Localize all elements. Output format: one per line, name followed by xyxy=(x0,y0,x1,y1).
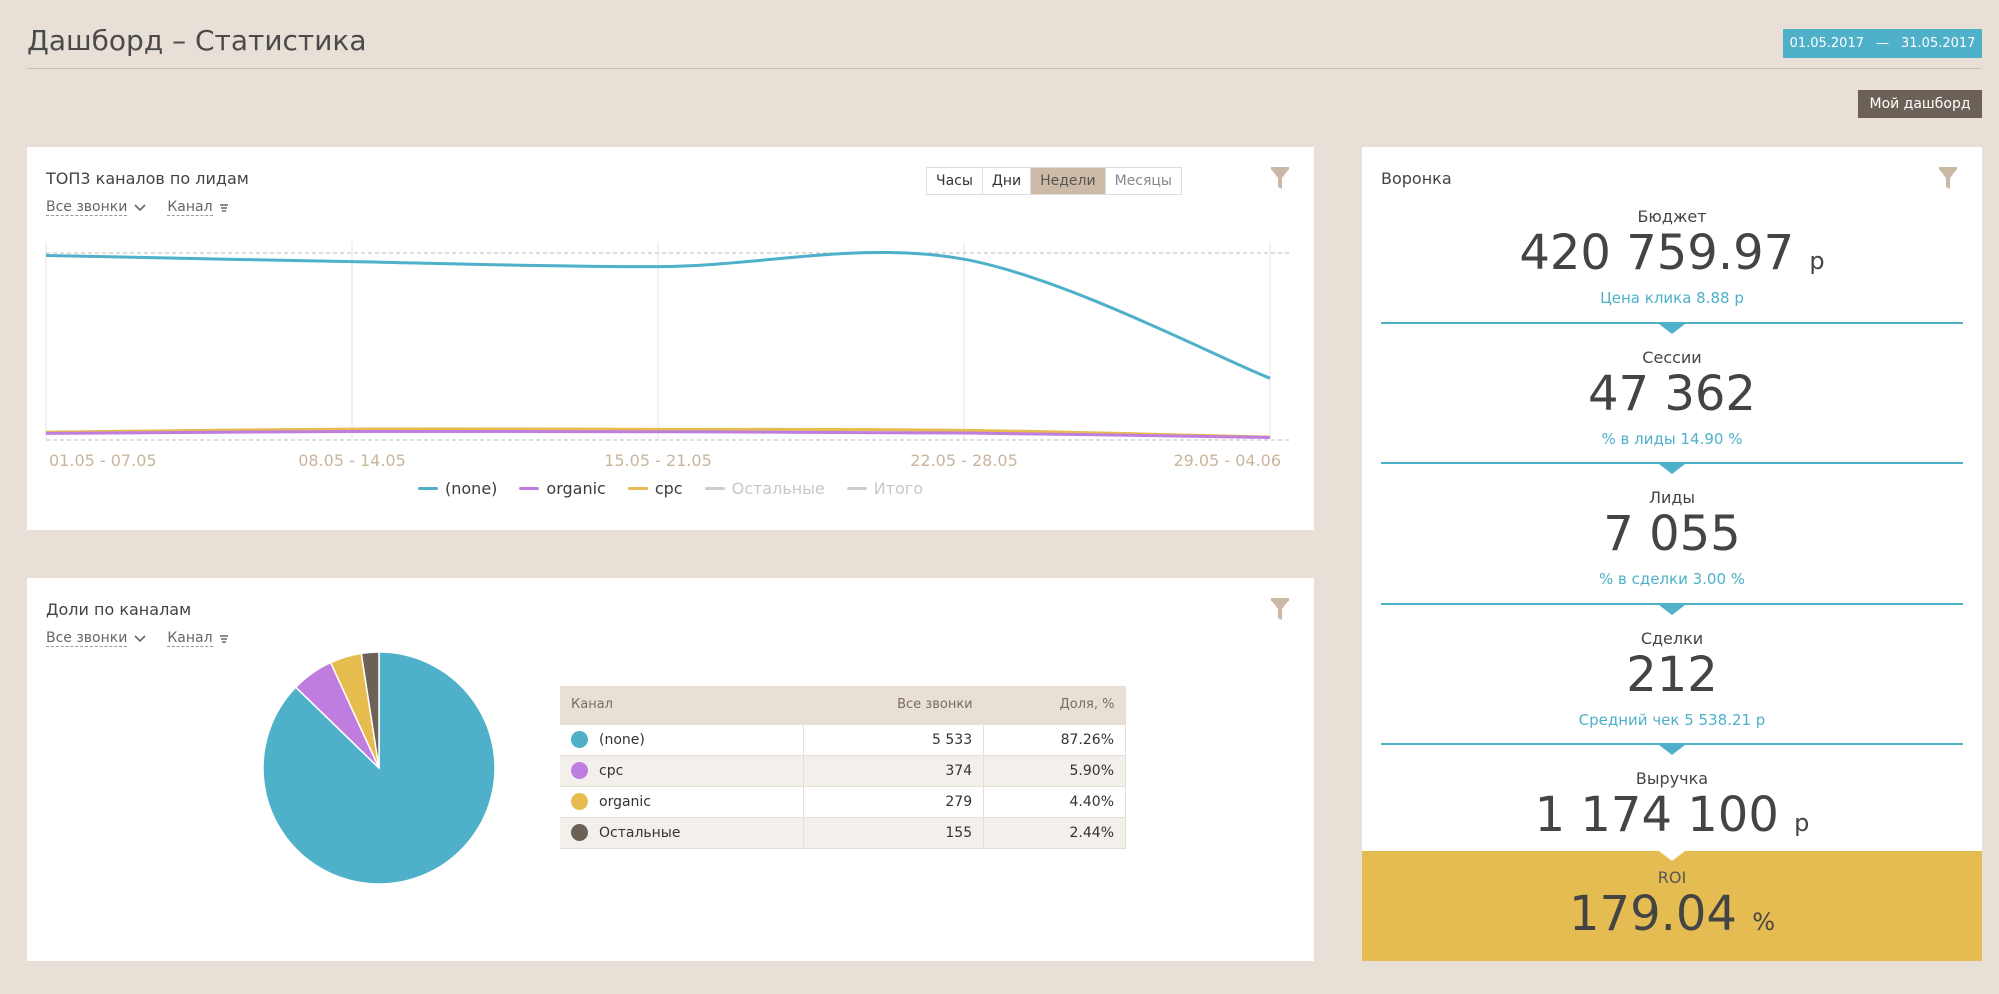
funnel-divider xyxy=(1381,462,1963,474)
cell-channel: cpc xyxy=(560,754,805,787)
legend-item[interactable]: cpc xyxy=(627,479,683,498)
shares-filters: Все звонки Канал xyxy=(46,630,229,647)
table-row[interactable]: (none) 5 533 87.26% xyxy=(560,723,1126,756)
channel-filter-label: Канал xyxy=(167,630,213,647)
stage-label: Сессии xyxy=(1642,348,1702,367)
channel-name: organic xyxy=(599,793,652,810)
roi-panel: ROI 179.04 % xyxy=(1362,851,1982,961)
cell-share: 2.44% xyxy=(983,816,1126,849)
legend-label: cpc xyxy=(654,479,683,498)
x-tick-label: 22.05 - 28.05 xyxy=(910,451,1018,470)
legend-item[interactable]: (none) xyxy=(418,479,497,498)
funnel-divider xyxy=(1381,603,1963,615)
stage-label: Выручка xyxy=(1635,769,1709,788)
x-tick-label: 01.05 - 07.05 xyxy=(49,451,157,470)
legend-label: Итого xyxy=(873,479,923,498)
filter-icon[interactable] xyxy=(1270,598,1290,622)
stage-label: Бюджет xyxy=(1637,207,1707,226)
shares-table: Канал Все звонки Доля, % (none) 5 533 87.2… xyxy=(560,686,1126,849)
line-chart: 01.05 - 07.05 08.05 - 14.05 15.05 - 21.05 2… xyxy=(45,242,1289,470)
funnel-stage-sessions: Сессии 47 362 % в лиды 14.90 % xyxy=(1362,348,1982,448)
cell-channel: (none) xyxy=(560,723,805,756)
page-title: Дашборд – Статистика xyxy=(27,24,367,57)
channel-name: (none) xyxy=(599,731,645,748)
stage-value: 1 174 100 р xyxy=(1534,787,1810,843)
legend-swatch xyxy=(704,487,725,490)
stage-value: 47 362 xyxy=(1588,366,1756,422)
card-title: Воронка xyxy=(1381,169,1452,188)
legend-swatch xyxy=(846,487,867,490)
date-separator: — xyxy=(1876,36,1889,51)
cell-channel: organic xyxy=(560,785,805,818)
legend-label: (none) xyxy=(445,479,498,498)
legend-swatch xyxy=(418,487,438,490)
cell-channel: Остальные xyxy=(560,816,805,849)
cell-share: 5.90% xyxy=(983,754,1126,787)
cell-calls: 279 xyxy=(803,785,985,818)
table-row[interactable]: Остальные 155 2.44% xyxy=(560,816,1126,849)
stage-label: Сделки xyxy=(1640,629,1704,648)
table-row[interactable]: cpc 374 5.90% xyxy=(560,754,1126,787)
cell-calls: 374 xyxy=(803,754,985,787)
stage-value: 420 759.97 р xyxy=(1519,225,1825,281)
stage-label: Лиды xyxy=(1648,488,1696,507)
funnel-stage-budget: Бюджет 420 759.97 р Цена клика 8.88 р xyxy=(1362,207,1982,307)
cell-share: 87.26% xyxy=(983,723,1126,756)
table-header-row: Канал Все звонки Доля, % xyxy=(560,686,1126,724)
roi-value: 179.04 % xyxy=(1568,886,1776,942)
legend-item[interactable]: Итого xyxy=(846,479,923,498)
channel-name: Остальные xyxy=(599,824,681,841)
stage-sub: % в лиды 14.90 % xyxy=(1601,430,1743,448)
channel-color-dot xyxy=(571,762,588,779)
my-dashboard-button[interactable]: Мой дашборд xyxy=(1858,90,1982,118)
sort-lines-icon xyxy=(219,634,228,643)
channel-shares-card: Доли по каналам Все звонки Канал Канал В… xyxy=(27,578,1314,961)
date-to: 31.05.2017 xyxy=(1901,36,1976,51)
col-calls[interactable]: Все звонки xyxy=(803,686,984,724)
top3-channels-card: ТОП3 каналов по лидам Все звонки Канал Ч… xyxy=(27,147,1314,530)
x-tick-label: 15.05 - 21.05 xyxy=(604,451,712,470)
legend-label: organic xyxy=(546,479,606,498)
funnel-stage-revenue: Выручка 1 174 100 р xyxy=(1362,769,1982,850)
stage-sub: % в сделки 3.00 % xyxy=(1598,570,1746,588)
cell-calls: 155 xyxy=(803,816,985,849)
legend-swatch xyxy=(627,487,648,490)
x-tick-label: 08.05 - 14.05 xyxy=(298,451,406,470)
date-range-picker[interactable]: 01.05.2017 — 31.05.2017 xyxy=(1783,29,1982,58)
funnel-divider xyxy=(1381,743,1963,755)
table-row[interactable]: organic 279 4.40% xyxy=(560,785,1126,818)
date-from: 01.05.2017 xyxy=(1789,36,1864,51)
pie-chart xyxy=(262,651,496,885)
calls-filter-label: Все звонки xyxy=(46,630,128,647)
title-divider xyxy=(27,68,1981,69)
legend-label: Остальные xyxy=(731,479,825,498)
col-share[interactable]: Доля, % xyxy=(983,686,1126,724)
funnel-divider xyxy=(1381,322,1963,334)
channel-color-dot xyxy=(571,731,588,748)
card-title: Доли по каналам xyxy=(46,600,192,619)
funnel-card: Воронка Бюджет 420 759.97 р Цена клика 8… xyxy=(1362,147,1982,961)
filter-icon[interactable] xyxy=(1938,167,1958,191)
legend-swatch xyxy=(519,487,540,490)
funnel-stage-leads: Лиды 7 055 % в сделки 3.00 % xyxy=(1362,488,1982,588)
channel-name: cpc xyxy=(599,762,624,779)
roi-label: ROI xyxy=(1657,868,1687,887)
calls-filter-dropdown[interactable]: Все звонки xyxy=(46,630,147,647)
stage-value: 212 xyxy=(1626,647,1718,703)
legend-item[interactable]: Остальные xyxy=(704,479,825,498)
stage-sub: Средний чек 5 538.21 р xyxy=(1578,711,1766,729)
stage-value: 7 055 xyxy=(1603,506,1741,562)
stage-sub: Цена клика 8.88 р xyxy=(1600,289,1744,307)
channel-color-dot xyxy=(571,824,588,841)
channel-filter-dropdown[interactable]: Канал xyxy=(167,630,228,647)
cell-share: 4.40% xyxy=(983,785,1126,818)
x-tick-label: 29.05 - 04.06 xyxy=(1173,451,1281,470)
chart-legend: (none) organic cpc Остальные Итого xyxy=(27,479,1314,498)
cell-calls: 5 533 xyxy=(803,723,985,756)
funnel-stage-deals: Сделки 212 Средний чек 5 538.21 р xyxy=(1362,629,1982,729)
legend-item[interactable]: organic xyxy=(519,479,606,498)
channel-color-dot xyxy=(571,793,588,810)
chevron-down-icon xyxy=(134,634,146,642)
col-channel[interactable]: Канал xyxy=(560,686,804,724)
